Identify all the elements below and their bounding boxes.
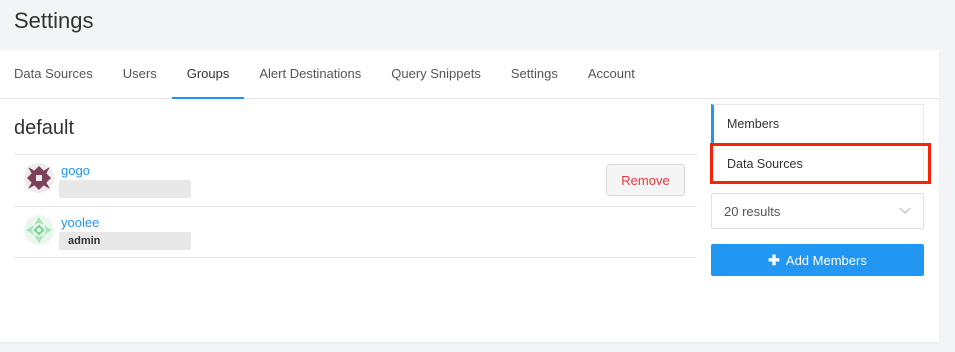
member-row: gogo Remove (14, 154, 697, 206)
group-side-menu: Members Data Sources (710, 104, 931, 184)
page-title: Settings (14, 8, 94, 33)
tab-settings[interactable]: Settings (496, 50, 573, 99)
admin-badge: admin (59, 232, 191, 250)
side-menu-members[interactable]: Members (711, 104, 924, 144)
member-list: gogo Remove yoolee admin (14, 154, 697, 258)
side-menu-data-sources-label: Data Sources (727, 156, 803, 171)
settings-tabs: Data Sources Users Groups Alert Destinat… (0, 50, 939, 99)
results-select-value: 20 results (724, 203, 781, 219)
results-per-page-select[interactable]: 20 results (711, 193, 924, 229)
member-row: yoolee admin (14, 206, 697, 258)
add-members-label: Add Members (785, 252, 867, 268)
tab-users[interactable]: Users (108, 50, 172, 99)
tab-account[interactable]: Account (573, 50, 650, 99)
identicon-green-icon (24, 215, 54, 245)
member-name-link[interactable]: gogo (61, 163, 90, 178)
group-name: default (14, 117, 75, 139)
member-name-link[interactable]: yoolee (61, 215, 99, 230)
tab-alert-destinations[interactable]: Alert Destinations (244, 50, 376, 99)
member-email-redacted (59, 180, 191, 198)
add-members-button[interactable]: ✚ Add Members (711, 244, 924, 276)
identicon-maroon-icon (24, 163, 54, 193)
chevron-down-icon (899, 207, 911, 214)
tab-query-snippets[interactable]: Query Snippets (376, 50, 496, 99)
side-menu-data-sources[interactable]: Data Sources (710, 143, 931, 184)
remove-member-button[interactable]: Remove (606, 164, 685, 196)
plus-icon: ✚ (768, 251, 780, 268)
tab-groups[interactable]: Groups (171, 50, 245, 99)
tab-data-sources[interactable]: Data Sources (0, 50, 108, 99)
